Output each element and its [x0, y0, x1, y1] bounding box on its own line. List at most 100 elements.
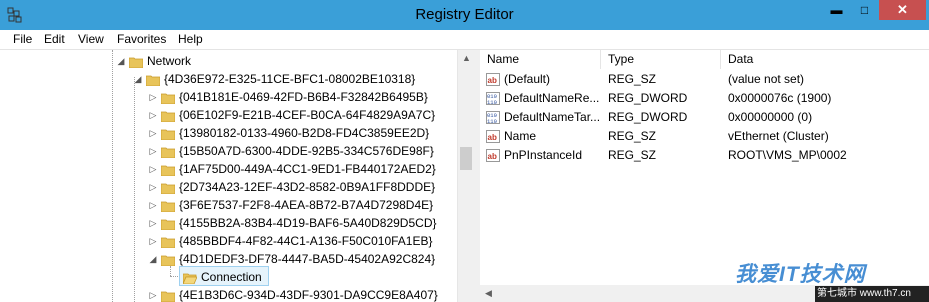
folder-icon [160, 217, 176, 231]
tree-item-subkey[interactable]: ▷ {06E102F9-E21B-4CEF-B0CA-64F4829A9A7C} [148, 105, 435, 123]
folder-icon [160, 235, 176, 249]
value-data: ROOT\VMS_MP\0002 [728, 148, 847, 162]
collapse-icon[interactable]: ◢ [133, 70, 143, 88]
window-title: Registry Editor [415, 6, 514, 23]
watermark-site: 第七城市 www.th7.cn [815, 286, 929, 302]
tree-item-label: {1AF75D00-449A-4CC1-9ED1-FB440172AED2} [179, 161, 436, 176]
tree-item-label: {2D734A23-12EF-43D2-8582-0B9A1FF8DDDE} [179, 179, 436, 194]
value-type: REG_DWORD [608, 91, 688, 105]
string-value-icon: ab [486, 149, 500, 162]
column-header-name[interactable]: Name [480, 50, 601, 69]
tree-item-label: {485BBDF4-4F82-44C1-A136-F50C010FA1EB} [179, 233, 433, 248]
column-header-type[interactable]: Type [601, 50, 721, 69]
binary-value-icon: 010110 [486, 92, 500, 105]
tree-item-subkey[interactable]: ▷ {13980182-0133-4960-B2D8-FD4C3859EE2D} [148, 123, 429, 141]
tree-item-label: {15B50A7D-6300-4DDE-92B5-334C576DE98F} [179, 143, 434, 158]
collapse-icon[interactable]: ◢ [148, 250, 158, 268]
expand-icon[interactable]: ▷ [148, 106, 158, 124]
tree-connector [134, 77, 136, 302]
tree-item-label: Connection [201, 269, 262, 284]
tree-connector [170, 266, 172, 276]
folder-icon [160, 145, 176, 159]
value-row[interactable]: ab PnPInstanceId REG_SZ ROOT\VMS_MP\0002 [480, 146, 929, 165]
folder-icon [145, 73, 161, 87]
value-type: REG_SZ [608, 129, 657, 143]
value-name: DefaultNameTar... [504, 110, 601, 124]
folder-icon [128, 55, 144, 69]
tree-item-label: {4D36E972-E325-11CE-BFC1-08002BE10318} [164, 71, 416, 86]
menu-file[interactable]: File [13, 32, 32, 46]
value-row[interactable]: 010 110 DefaultNameRe... REG_DWORD 0x0000… [480, 89, 929, 108]
tree-item-subkey[interactable]: ▷ {2D734A23-12EF-43D2-8582-0B9A1FF8DDDE} [148, 177, 435, 195]
close-button[interactable]: ✕ [879, 0, 926, 20]
value-data: vEthernet (Cluster) [728, 129, 829, 143]
menu-view[interactable]: View [78, 32, 104, 46]
folder-icon [160, 91, 176, 105]
tree-item-subkey[interactable]: ▷ {1AF75D00-449A-4CC1-9ED1-FB440172AED2} [148, 159, 436, 177]
expand-icon[interactable]: ▷ [148, 178, 158, 196]
tree-item-class-key[interactable]: ◢ {4D36E972-E325-11CE-BFC1-08002BE10318} [133, 69, 415, 87]
value-type: REG_SZ [608, 72, 657, 86]
value-row[interactable]: ab Name REG_SZ vEthernet (Cluster) [480, 127, 929, 146]
expand-icon[interactable]: ▷ [148, 142, 158, 160]
tree-item-label: {4D1DEDF3-DF78-4447-BA5D-45402A92C824} [179, 251, 436, 266]
tree-item-subkey-expanded[interactable]: ◢ {4D1DEDF3-DF78-4447-BA5D-45402A92C824} [148, 249, 435, 267]
tree-item-connection[interactable]: Connection [179, 266, 269, 286]
menu-edit[interactable]: Edit [44, 32, 65, 46]
collapse-icon[interactable]: ◢ [116, 52, 126, 70]
folder-icon [160, 127, 176, 141]
svg-text:110: 110 [487, 118, 497, 124]
binary-value-icon: 010110 [486, 111, 500, 124]
tree-item-network[interactable]: ◢ Network [116, 51, 191, 69]
tree-connector [170, 276, 180, 278]
expand-icon[interactable]: ▷ [148, 124, 158, 142]
tree-item-subkey[interactable]: ▷ {3F6E7537-F2F8-4AEA-8B72-B7A4D7298D4E} [148, 195, 433, 213]
folder-icon [160, 109, 176, 123]
menu-favorites[interactable]: Favorites [117, 32, 166, 46]
svg-text:ab: ab [488, 76, 497, 85]
tree-item-subkey[interactable]: ▷ {041B181E-0469-42FD-B6B4-F32842B6495B} [148, 87, 428, 105]
expand-icon[interactable]: ▷ [148, 232, 158, 250]
string-value-icon: ab [486, 73, 500, 86]
scroll-up-arrow-icon[interactable]: ▲ [458, 50, 475, 67]
column-header-data[interactable]: Data [721, 50, 929, 69]
value-type: REG_DWORD [608, 110, 688, 124]
expand-icon[interactable]: ▷ [148, 88, 158, 106]
value-type: REG_SZ [608, 148, 657, 162]
value-data: 0x00000000 (0) [728, 110, 813, 124]
svg-text:ab: ab [488, 133, 497, 142]
tree-item-subkey[interactable]: ▷ {15B50A7D-6300-4DDE-92B5-334C576DE98F} [148, 141, 434, 159]
tree-item-subkey[interactable]: ▷ {4E1B3D6C-934D-43DF-9301-DA9CC9E8A407} [148, 285, 438, 302]
folder-icon [160, 289, 176, 302]
maximize-button[interactable]: □ [851, 0, 878, 20]
scroll-left-arrow-icon[interactable]: ◀ [480, 285, 497, 302]
value-row[interactable]: ab (Default) REG_SZ (value not set) [480, 70, 929, 89]
tree-item-subkey[interactable]: ▷ {485BBDF4-4F82-44C1-A136-F50C010FA1EB} [148, 231, 432, 249]
value-name: (Default) [504, 72, 551, 86]
expand-icon[interactable]: ▷ [148, 214, 158, 232]
expand-icon[interactable]: ▷ [148, 196, 158, 214]
value-name: PnPInstanceId [504, 148, 583, 162]
key-tree[interactable]: ◢ Network ◢ {4D36E972-E325-11CE-BFC1-08002… [0, 50, 457, 302]
folder-icon [160, 199, 176, 213]
menu-help[interactable]: Help [178, 32, 203, 46]
tree-item-label: {4E1B3D6C-934D-43DF-9301-DA9CC9E8A407} [179, 287, 438, 302]
value-name: DefaultNameRe... [504, 91, 600, 105]
title-bar: Registry Editor ▬ □ ✕ [0, 0, 929, 30]
expand-icon[interactable]: ▷ [148, 286, 158, 302]
value-row[interactable]: 010 110 DefaultNameTar... REG_DWORD 0x000… [480, 108, 929, 127]
expand-icon[interactable]: ▷ [148, 160, 158, 178]
tree-item-subkey[interactable]: ▷ {4155BB2A-83B4-4D19-BAF6-5A40D829D5CD} [148, 213, 437, 231]
tree-vertical-scrollbar[interactable]: ▲ [457, 50, 475, 302]
minimize-button[interactable]: ▬ [823, 0, 850, 20]
tree-item-label: {13980182-0133-4960-B2D8-FD4C3859EE2D} [179, 125, 430, 140]
watermark-logo: 我爱IT技术网 [735, 263, 866, 286]
tree-item-label: {3F6E7537-F2F8-4AEA-8B72-B7A4D7298D4E} [179, 197, 434, 212]
folder-open-icon [182, 271, 198, 285]
value-data: 0x0000076c (1900) [728, 91, 832, 105]
value-data: (value not set) [728, 72, 805, 86]
tree-connector [112, 50, 114, 302]
folder-icon [160, 181, 176, 195]
tree-item-label: {06E102F9-E21B-4CEF-B0CA-64F4829A9A7C} [179, 107, 436, 122]
scroll-thumb[interactable] [460, 147, 472, 170]
